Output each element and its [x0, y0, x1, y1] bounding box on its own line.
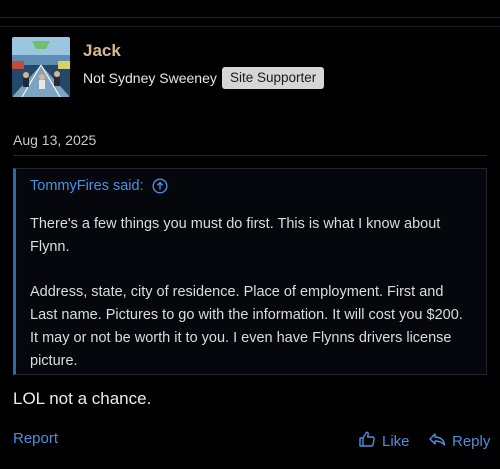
status-badge: Site Supporter	[222, 67, 325, 89]
quote-author[interactable]: TommyFires said:	[30, 178, 144, 194]
post-author[interactable]: Jack	[83, 41, 121, 61]
arrow-up-circle-icon[interactable]	[152, 178, 168, 194]
report-link[interactable]: Report	[13, 430, 58, 447]
divider	[0, 17, 500, 18]
quote-text: There's a few things you must do first. …	[30, 213, 470, 373]
quote-paragraph: There's a few things you must do first. …	[30, 216, 441, 255]
quote-header[interactable]: TommyFires said:	[30, 178, 168, 194]
quote-block: TommyFires said: There's a few things yo…	[13, 168, 487, 375]
report-label: Report	[13, 430, 59, 447]
post-body: LOL not a chance.	[13, 389, 152, 408]
reply-label: Reply	[452, 432, 491, 450]
quote-paragraph: Address, state, city of residence. Place…	[30, 284, 463, 369]
post-date[interactable]: Aug 13, 2025	[13, 132, 96, 148]
user-title: Not Sydney Sweeney	[83, 70, 217, 86]
avatar[interactable]	[12, 37, 70, 97]
divider	[13, 155, 487, 156]
avatar-image	[12, 37, 70, 97]
thumbs-up-icon	[358, 430, 376, 452]
like-label: Like	[382, 432, 410, 450]
like-button[interactable]: Like	[358, 430, 410, 452]
reply-button[interactable]: Reply	[428, 430, 490, 452]
divider	[0, 26, 500, 27]
reply-icon	[428, 430, 446, 452]
